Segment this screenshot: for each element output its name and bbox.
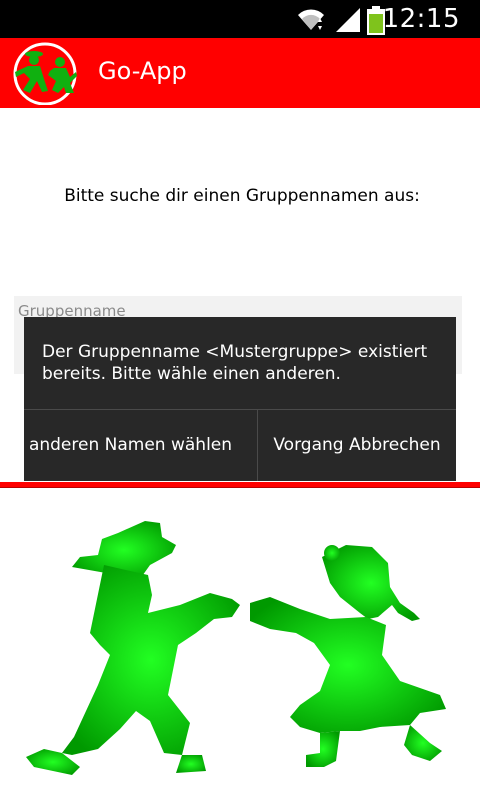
status-time: 12:15 (382, 4, 460, 34)
app-logo-icon[interactable] (10, 41, 80, 105)
walking-girl-figure (250, 545, 446, 767)
signal-icon (336, 8, 360, 32)
status-bar: 12:15 (0, 0, 480, 38)
app-bar: Go-App (0, 38, 480, 108)
walking-man-figure (26, 521, 240, 775)
choose-other-name-button[interactable]: anderen Namen wählen (4, 410, 257, 481)
divider-shadow (0, 487, 480, 488)
app-title: Go-App (98, 57, 187, 85)
group-name-prompt: Bitte suche dir einen Gruppennamen aus: (64, 186, 420, 206)
cancel-button[interactable]: Vorgang Abbrechen (258, 410, 456, 481)
alert-dialog: Der Gruppenname <Mustergruppe> existiert… (24, 317, 456, 481)
wifi-icon (298, 9, 324, 30)
dialog-message: Der Gruppenname <Mustergruppe> existiert… (42, 342, 428, 384)
mascot-illustration (26, 521, 446, 775)
